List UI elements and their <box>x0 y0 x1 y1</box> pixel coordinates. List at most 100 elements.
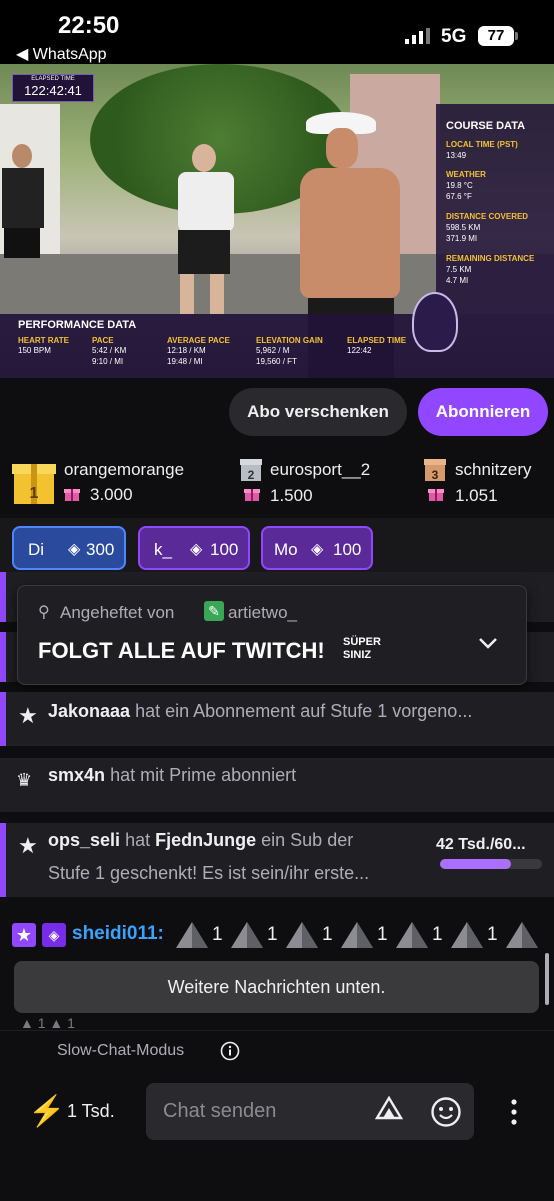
emote-super-siniz: SÜPER SINIZ <box>343 636 381 661</box>
pinned-text: FOLGT ALLE AUF TWITCH! <box>38 638 325 663</box>
pill-points: 300 <box>86 540 115 559</box>
local-time-label: LOCAL TIME (PST) <box>446 140 518 149</box>
bits-count[interactable]: 1 Tsd. <box>67 1101 115 1122</box>
prediction-pill-k[interactable]: k_ ◈ 100 <box>138 526 250 570</box>
subscribe-button[interactable]: Abonnieren <box>418 388 548 436</box>
distance-mi: 371.9 MI <box>446 234 478 243</box>
event-user[interactable]: ops_seli <box>48 830 120 850</box>
distance-km: 598.5 KM <box>446 223 481 232</box>
gifter-name-3: schnitzery <box>455 460 532 479</box>
prediction-pill-di[interactable]: Di ◈ 300 <box>12 526 126 570</box>
emote-picker-icon[interactable] <box>430 1096 462 1128</box>
event-user[interactable]: Jakonaaa <box>48 701 130 721</box>
bits-lightning-icon[interactable]: ⚡ <box>28 1094 65 1129</box>
weather-c: 19.8 °C <box>446 181 473 190</box>
event-user[interactable]: smx4n <box>48 765 105 785</box>
pill-points: 100 <box>210 540 239 559</box>
pyramid-emote-icon <box>341 922 373 948</box>
remaining-label: REMAINING DISTANCE <box>446 254 535 263</box>
gift-rank-2-icon: 2 <box>240 459 262 482</box>
gift-icon <box>64 489 80 501</box>
slow-mode-label: Slow-Chat-Modus <box>57 1042 185 1059</box>
chat-scrollbar[interactable] <box>545 953 549 1005</box>
runner-left <box>0 144 46 294</box>
gift-event-ops-seli: ★ ops_seli hat FjednJunge ein Sub der St… <box>0 823 554 897</box>
remaining-km: 7.5 KM <box>446 265 472 274</box>
elapsed-time-box: ELAPSED TIME 122:42:41 <box>12 74 94 102</box>
emote-count: 1 <box>432 924 443 945</box>
battery-tip <box>515 32 518 40</box>
sub-goal-text: 42 Tsd./60... <box>436 836 526 853</box>
emote-count: 1 <box>487 924 498 945</box>
pinned-message[interactable]: ⚲ Angeheftet von ✎ artietwo_ FOLGT ALLE … <box>17 585 527 685</box>
chat-message-sheidi011: ★ ◈ sheidi011: 1 1 1 1 1 1 <box>0 908 554 960</box>
elapsed-time-label: ELAPSED TIME <box>31 76 75 82</box>
svg-text:2: 2 <box>248 468 255 482</box>
remaining-mi: 4.7 MI <box>446 276 469 285</box>
info-icon[interactable] <box>220 1041 240 1061</box>
crown-icon: ♛ <box>16 770 33 790</box>
status-clock: 22:50 <box>58 12 120 39</box>
event-text: hat ein Abonnement auf Stufe 1 vorgeno..… <box>135 701 473 721</box>
back-to-whatsapp[interactable]: ◀ WhatsApp <box>16 44 107 64</box>
gifter-name-2: eurosport__2 <box>270 460 371 479</box>
gift-leaderboard: 1 orangemorange 3.000 2 eurosport__2 1.5… <box>0 444 554 518</box>
more-options-icon[interactable] <box>509 1098 519 1126</box>
emote-count: 1 <box>377 924 388 945</box>
channel-points-icon: ◈ <box>68 541 81 558</box>
star-icon: ★ <box>18 703 38 728</box>
elevation-gain: ELEVATION GAIN 5,962 / M 19,560 / FT <box>256 336 323 366</box>
emote-count: 1 <box>212 924 223 945</box>
gifter-name-1: orangemorange <box>64 460 185 479</box>
pyramid-emote-icon <box>231 922 263 948</box>
sub-event-jakonaaa: ★ Jakonaaa hat ein Abonnement auf Stufe … <box>0 692 554 746</box>
red-bull-logo-icon <box>412 292 458 352</box>
sub-star-badge-icon: ★ <box>12 923 36 947</box>
prediction-bar: Di ◈ 300 k_ ◈ 100 Mo ◈ 100 <box>0 518 554 572</box>
weather-f: 67.6 °F <box>446 192 472 201</box>
pill-points: 100 <box>333 540 362 559</box>
event-text: hat mit Prime abonniert <box>110 765 297 785</box>
runner-woman <box>170 144 240 314</box>
svg-text:1: 1 <box>30 485 39 502</box>
average-pace: AVERAGE PACE 12:18 / KM 19:48 / MI <box>167 336 230 366</box>
channel-points-icon[interactable] <box>375 1096 403 1126</box>
chat-placeholder: Chat senden <box>163 1100 277 1122</box>
gift-sub-button[interactable]: Abo verschenken <box>229 388 407 436</box>
emote-count: 1 <box>267 924 278 945</box>
event-recipient[interactable]: FjednJunge <box>155 830 256 850</box>
pyramid-emote-icon <box>396 922 428 948</box>
course-data-panel: COURSE DATA LOCAL TIME (PST) 13:49 WEATH… <box>436 104 554 314</box>
svg-text:3: 3 <box>432 468 439 482</box>
chevron-down-icon[interactable] <box>478 636 498 650</box>
channel-points-icon: ◈ <box>311 541 324 558</box>
prediction-pill-mo[interactable]: Mo ◈ 100 <box>261 526 373 570</box>
pill-label: Mo <box>274 540 298 559</box>
performance-data-panel: PERFORMANCE DATA HEART RATE 150 BPM PACE… <box>0 314 554 378</box>
pyramid-emote-icon <box>451 922 483 948</box>
performance-elapsed: ELAPSED TIME 122:42 <box>347 336 407 355</box>
prime-event-smx4n: ♛ smx4n hat mit Prime abonniert <box>0 758 554 812</box>
moderator-badge-icon: ✎ <box>204 601 224 621</box>
video-player[interactable]: ELAPSED TIME 122:42:41 COURSE DATA LOCAL… <box>0 64 554 378</box>
more-messages-button[interactable]: Weitere Nachrichten unten. <box>14 961 539 1013</box>
local-time-value: 13:49 <box>446 151 467 160</box>
pyramid-emote-icon <box>176 922 208 948</box>
chat-username[interactable]: sheidi011: <box>72 923 164 945</box>
gift-rank-1-icon: 1 <box>12 464 56 504</box>
pill-label: Di <box>28 540 45 559</box>
pinned-by-user: artietwo_ <box>228 603 297 622</box>
pinned-by-prefix: Angeheftet von <box>60 603 175 622</box>
gift-count-3: 1.051 <box>455 486 498 505</box>
distance-label: DISTANCE COVERED <box>446 212 529 221</box>
performance-title: PERFORMANCE DATA <box>18 319 137 331</box>
pace: PACE 5:42 / KM 9:10 / MI <box>92 336 127 366</box>
gift-icon <box>244 489 260 501</box>
weather-label: WEATHER <box>446 170 486 179</box>
pyramid-emote-icon <box>286 922 318 948</box>
gift-count-2: 1.500 <box>270 486 313 505</box>
course-title: COURSE DATA <box>446 120 526 132</box>
chat-emote-partial: ▲ 1 ▲ 1 <box>20 1015 75 1031</box>
gift-count-1: 3.000 <box>90 485 133 504</box>
heart-rate: HEART RATE 150 BPM <box>18 336 69 355</box>
